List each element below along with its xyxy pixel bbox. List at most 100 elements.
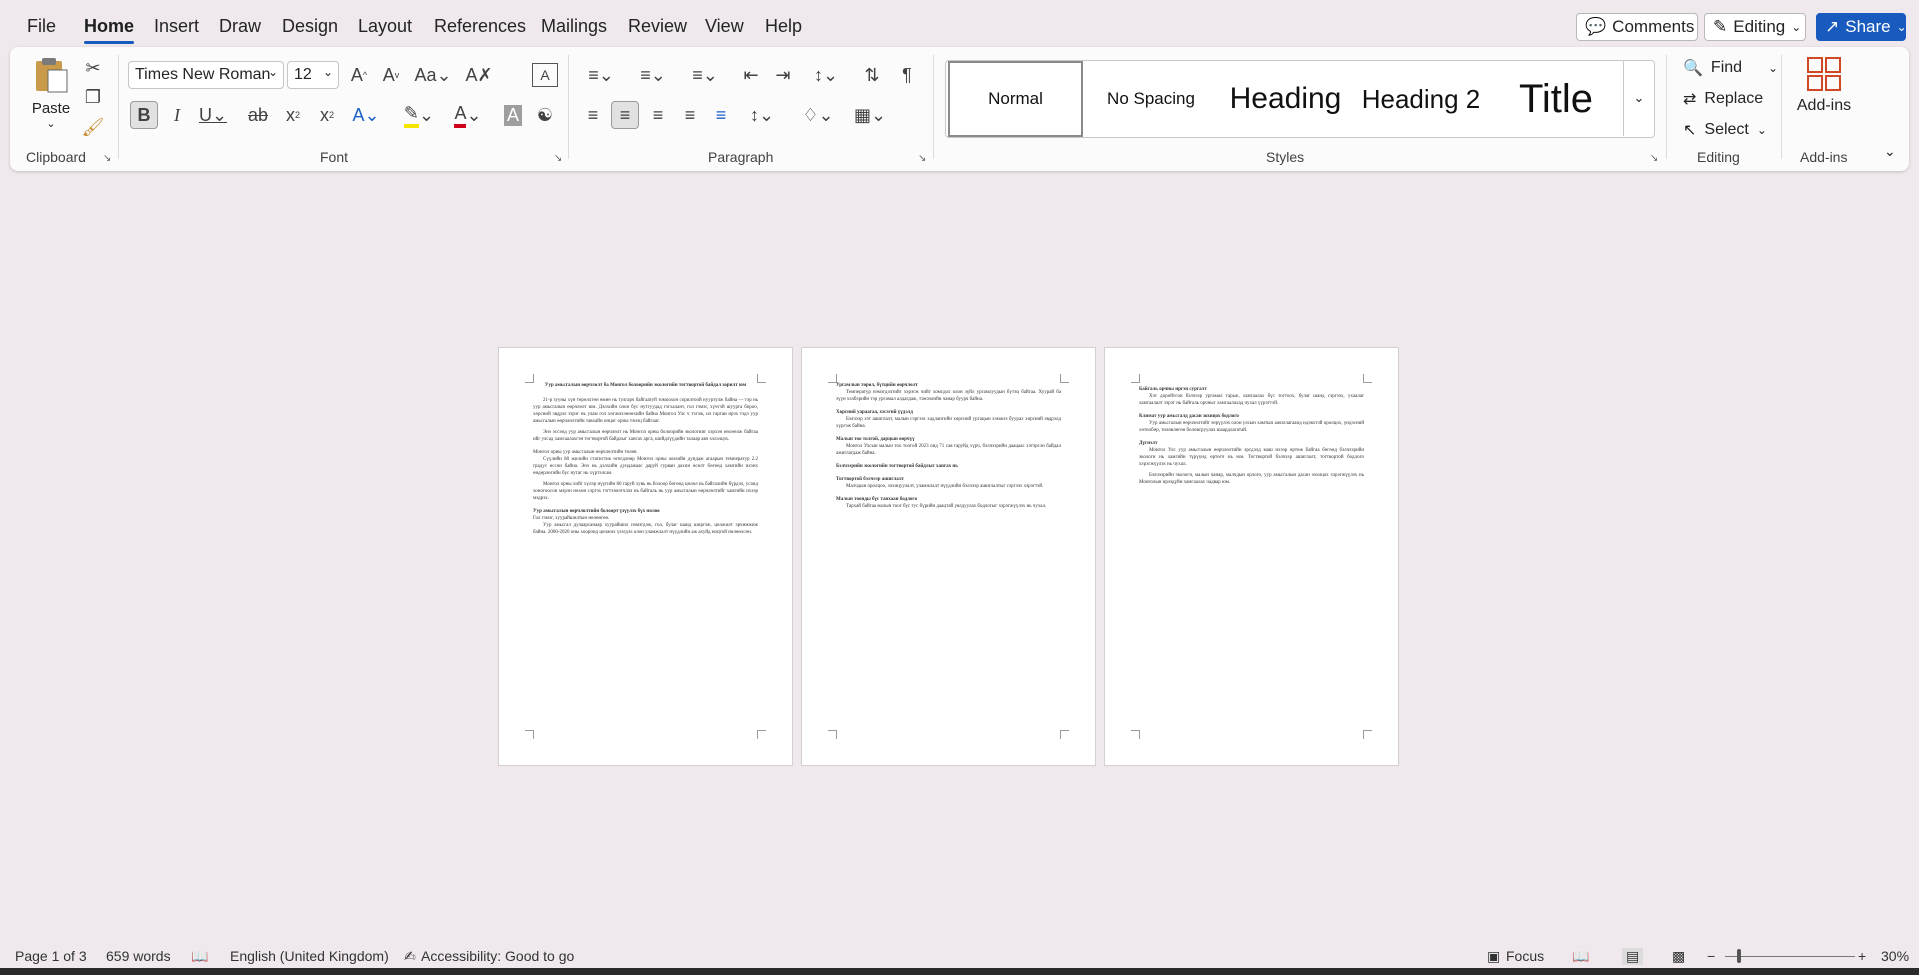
comments-label: Comments [1612, 17, 1695, 36]
numbering-icon[interactable]: ≡⌄ [632, 63, 674, 87]
print-layout-icon[interactable]: ▤ [1622, 948, 1644, 965]
clear-formatting-icon[interactable]: A✗ [465, 63, 492, 87]
underline-button[interactable]: U⌄ [196, 101, 230, 129]
italic-button[interactable]: I [165, 101, 189, 129]
zoom-slider-thumb[interactable] [1737, 949, 1742, 963]
sort-icon[interactable]: ⇅ [858, 63, 886, 87]
tab-references[interactable]: References [434, 16, 526, 37]
font-name-value: Times New Roman [135, 66, 271, 83]
zoom-level[interactable]: 30% [1881, 948, 1909, 964]
style-heading[interactable]: Heading [1218, 61, 1353, 137]
editing-mode-button[interactable]: ✎ Editing ⌄ [1704, 13, 1806, 41]
document-page-2[interactable]: Ургамлын төрөл, бүтцийн өөрчлөлт Темпера… [801, 347, 1096, 766]
highlight-color-icon[interactable]: ✎ ⌄ [399, 101, 439, 129]
align-right-icon[interactable]: ≡ [645, 101, 671, 129]
document-page-1[interactable]: Уур амьсгалын өөрчлөлт ба Монгол болоори… [498, 347, 793, 766]
justify-icon[interactable]: ≡ [677, 101, 703, 129]
page-content: Ургамлын төрөл, бүтцийн өөрчлөлт Темпера… [836, 382, 1061, 514]
copy-icon[interactable]: ❐ [82, 86, 104, 108]
zoom-slider-track[interactable] [1725, 956, 1855, 957]
bullets-icon[interactable]: ≡⌄ [580, 63, 622, 87]
text-direction-icon[interactable]: ↕⌄ [806, 63, 846, 87]
bold-button[interactable]: B [130, 101, 158, 129]
comments-button[interactable]: 💬 Comments [1576, 13, 1698, 41]
align-left-icon[interactable]: ≡ [580, 101, 606, 129]
tab-file[interactable]: File [27, 16, 56, 37]
section-heading: Уур амьсгалын өөрчлөлтийн болоорт үзүүлэ… [533, 509, 660, 514]
clipboard-group-label: Clipboard [26, 149, 86, 165]
font-name-select[interactable]: Times New Roman ⌄ [128, 61, 284, 89]
font-color-icon[interactable]: A ⌄ [448, 101, 488, 129]
share-button[interactable]: ↗ Share ⌄ [1816, 13, 1907, 41]
tab-view[interactable]: View [705, 16, 744, 37]
tab-insert[interactable]: Insert [154, 16, 199, 37]
font-launcher-icon[interactable]: ↘ [554, 153, 562, 164]
tab-draw[interactable]: Draw [219, 16, 261, 37]
styles-launcher-icon[interactable]: ↘ [1650, 153, 1658, 164]
tab-layout[interactable]: Layout [358, 16, 412, 37]
styles-more-icon[interactable]: ⌄ [1623, 60, 1654, 136]
borders-icon[interactable]: ▦⌄ [850, 101, 890, 129]
cut-icon[interactable]: ✂ [82, 57, 104, 79]
format-painter-icon[interactable]: 🖌 [82, 116, 105, 138]
section-heading: Малын тоонды бүс тавхаан бодлого [836, 497, 918, 502]
comment-icon: 💬 [1585, 17, 1607, 36]
tab-help[interactable]: Help [765, 16, 802, 37]
replace-button[interactable]: ⇄ Replace [1683, 87, 1763, 111]
language-indicator[interactable]: English (United Kingdom) [230, 948, 389, 964]
tab-home[interactable]: Home [84, 16, 135, 44]
chevron-down-icon: ⌄ [1896, 20, 1907, 34]
increase-indent-icon[interactable]: ⇥ [770, 63, 796, 87]
distributed-icon[interactable]: ≡ [708, 101, 734, 129]
web-layout-icon[interactable]: ▩ [1672, 948, 1685, 965]
strikethrough-button[interactable]: ab [245, 101, 271, 129]
superscript-button[interactable]: x2 [314, 101, 340, 129]
select-button[interactable]: ↖ Select ⌄ [1683, 118, 1767, 142]
section-heading: Тогтвортой бэлчээр ашиглалт [836, 477, 905, 482]
proofing-icon[interactable]: 📖 [191, 948, 208, 965]
paste-button[interactable]: Paste ⌄ [28, 55, 74, 135]
read-mode-icon[interactable]: 📖 [1572, 948, 1589, 965]
align-center-icon[interactable]: ≡ [611, 101, 639, 129]
font-size-select[interactable]: 12 ⌄ [287, 61, 339, 89]
text-effects-icon[interactable]: A⌄ [346, 101, 386, 129]
tab-mailings[interactable]: Mailings [541, 16, 607, 37]
line-spacing-icon[interactable]: ↕⌄ [742, 101, 782, 129]
tab-design[interactable]: Design [282, 16, 338, 37]
decrease-indent-icon[interactable]: ⇤ [738, 63, 764, 87]
collapse-ribbon-icon[interactable]: ⌄ [1884, 143, 1896, 160]
clipboard-launcher-icon[interactable]: ↘ [103, 153, 111, 164]
show-formatting-icon[interactable]: ¶ [894, 63, 920, 87]
paragraph: Энэ эссэнд уур амьсгалын өөрчлөлт нь Мон… [533, 430, 758, 442]
multilevel-list-icon[interactable]: ≡⌄ [684, 63, 726, 87]
chevron-down-icon: ⌄ [322, 65, 333, 79]
style-normal[interactable]: Normal [948, 61, 1083, 137]
subscript-button[interactable]: x2 [280, 101, 306, 129]
tab-review[interactable]: Review [628, 16, 687, 37]
shrink-font-icon[interactable]: Av [378, 63, 404, 87]
grow-font-icon[interactable]: A ^ [346, 63, 372, 87]
zoom-out-icon[interactable]: − [1707, 948, 1715, 964]
add-ins-button[interactable]: Add-ins [1793, 56, 1855, 115]
select-label: Select [1704, 121, 1749, 138]
paragraph: Монгол орны хийг хүлэр нүүгийн 80 гаруй … [533, 482, 758, 501]
style-no-spacing[interactable]: No Spacing [1086, 61, 1216, 137]
style-heading-2[interactable]: Heading 2 [1354, 61, 1488, 137]
find-button[interactable]: 🔍 Find ⌄ [1683, 56, 1778, 80]
accessibility-status[interactable]: Accessibility: Good to go [421, 948, 574, 964]
word-count[interactable]: 659 words [106, 948, 171, 964]
phonetic-guide-icon[interactable]: ☯ [532, 101, 558, 129]
paragraph: Уур амьсгал дулаарсанаар хуурайшил нэмэг… [533, 523, 758, 535]
add-ins-icon [1807, 57, 1841, 91]
zoom-in-icon[interactable]: + [1858, 948, 1866, 964]
page-count[interactable]: Page 1 of 3 [15, 948, 87, 964]
paragraph-launcher-icon[interactable]: ↘ [918, 153, 926, 164]
style-title[interactable]: Title [1490, 61, 1622, 137]
font-group-label: Font [320, 149, 349, 165]
shading-icon[interactable]: A [500, 101, 526, 129]
paint-bucket-icon[interactable]: ♢⌄ [798, 101, 838, 129]
focus-button[interactable]: Focus [1506, 948, 1544, 964]
text-box-icon[interactable]: A [532, 63, 558, 87]
document-page-3[interactable]: Байгаль орчны иргэн сургалт Хэт доройтсо… [1104, 347, 1399, 766]
change-case-icon[interactable]: Aa⌄ [412, 63, 454, 87]
